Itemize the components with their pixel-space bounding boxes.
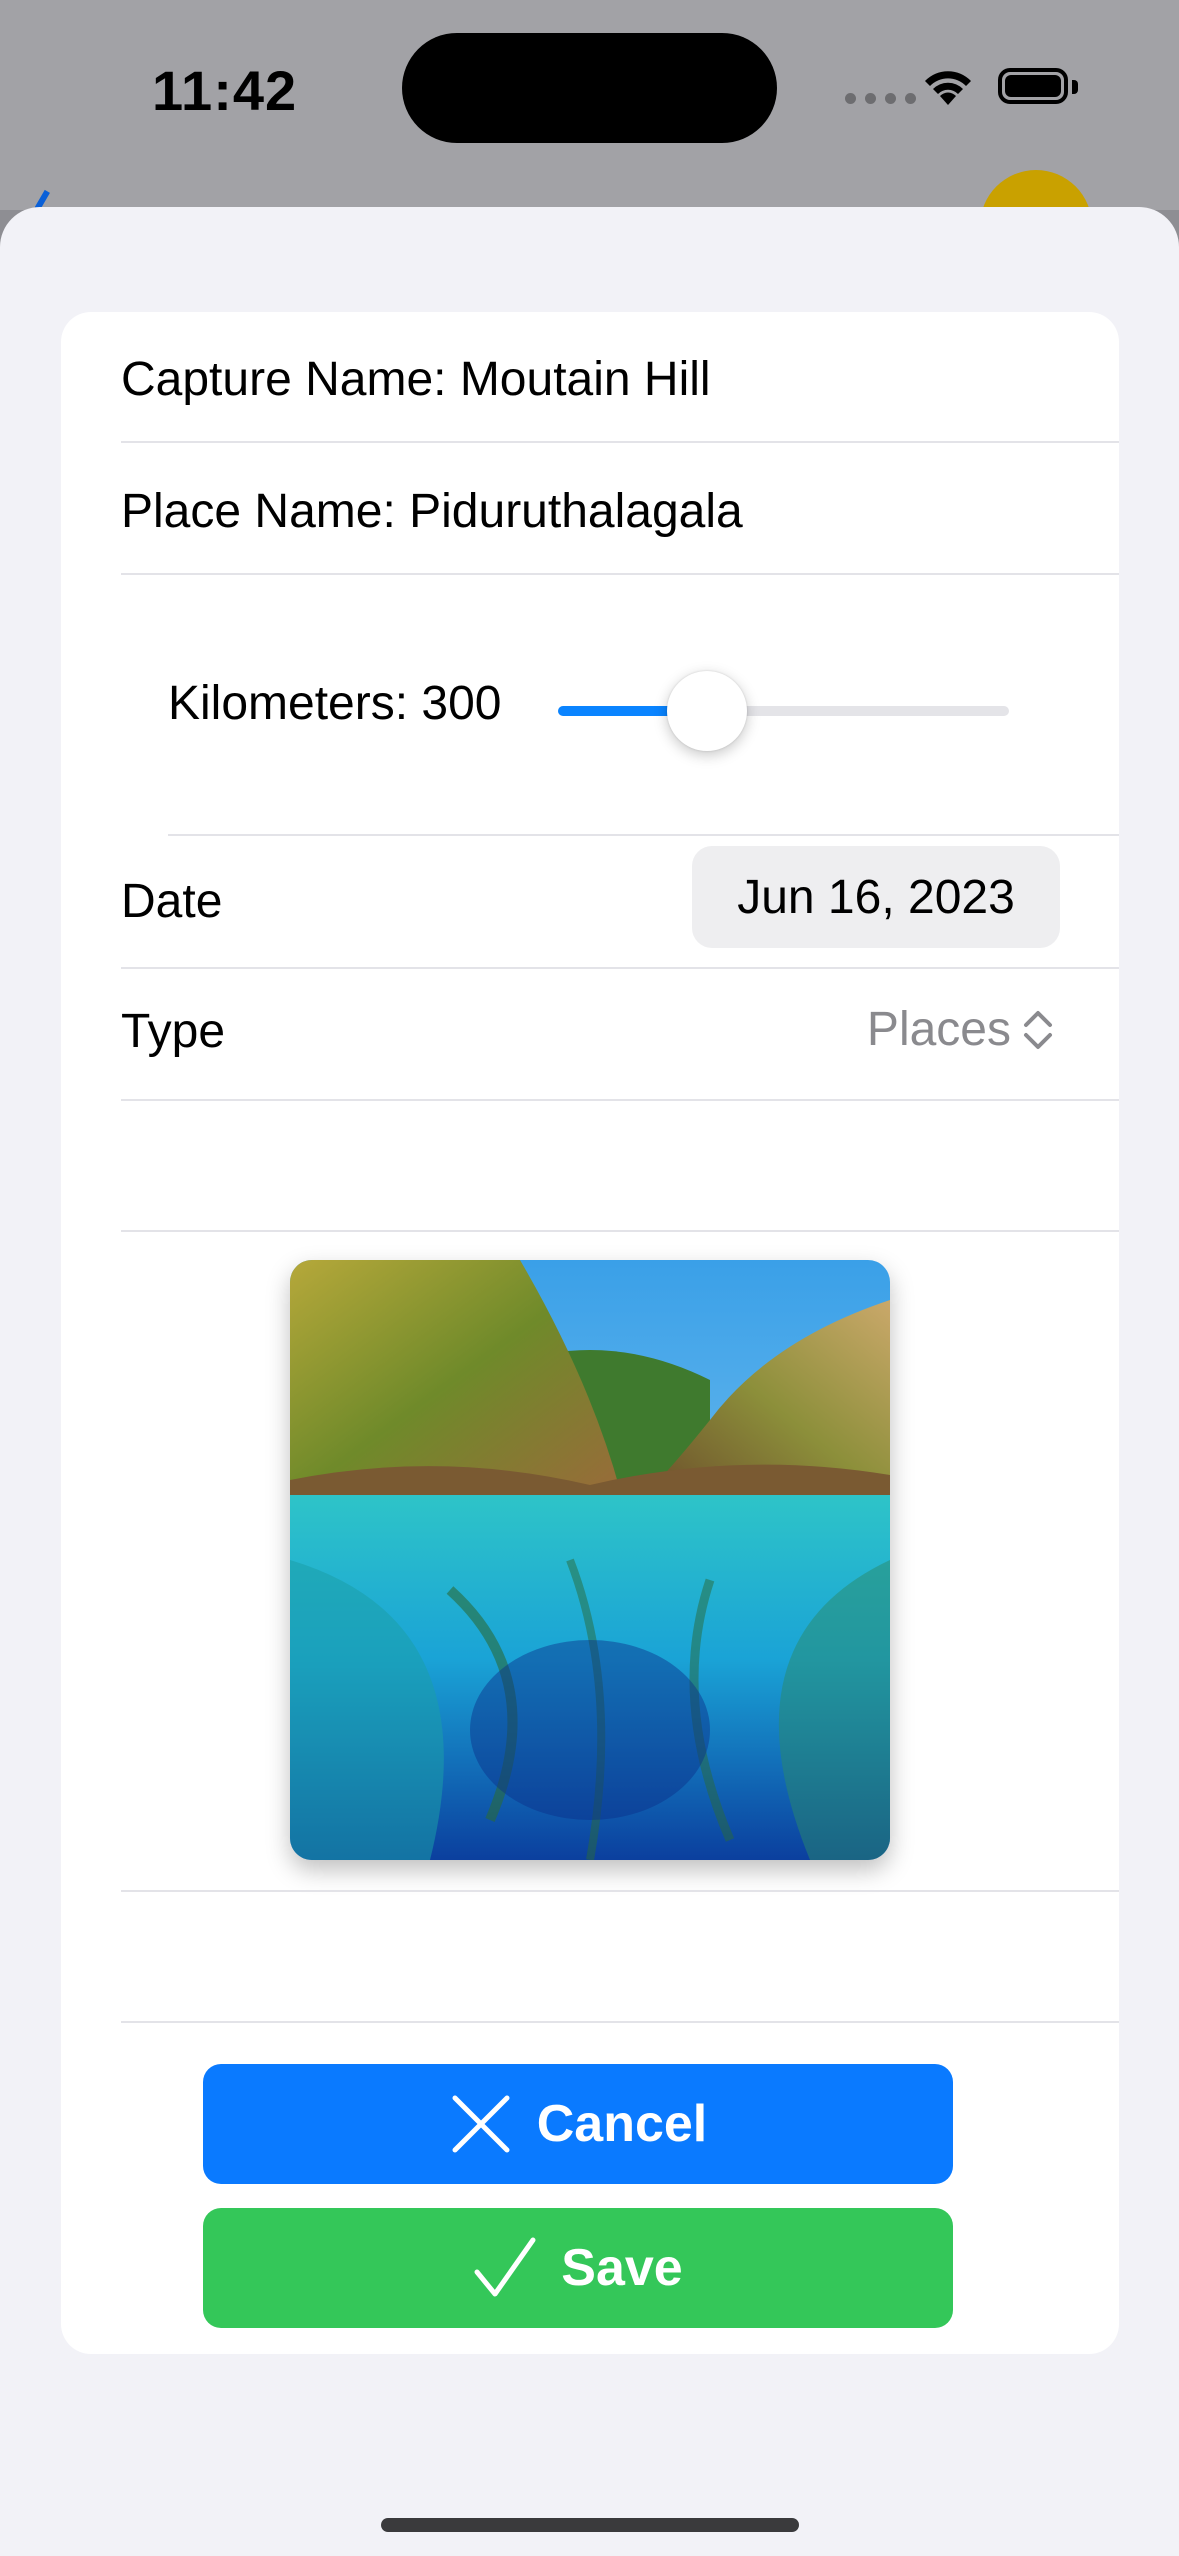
home-indicator[interactable]: [381, 2518, 799, 2532]
type-picker[interactable]: Places: [867, 1002, 1011, 1057]
landscape-photo-icon: [290, 1260, 890, 1860]
kilometers-label: Kilometers: 300: [168, 677, 502, 730]
kilometers-slider[interactable]: [558, 671, 1009, 751]
divider: [168, 834, 1119, 836]
form-sheet: Capture Name: Moutain Hill Place Name: P…: [0, 207, 1179, 2556]
save-label: Save: [561, 2239, 683, 2297]
cancel-button[interactable]: Cancel: [203, 2064, 953, 2184]
cancel-label: Cancel: [536, 2095, 708, 2153]
status-time: 11:42: [152, 59, 298, 122]
cellular-signal-icon: [845, 93, 916, 104]
date-label: Date: [121, 875, 223, 928]
wifi-icon: [925, 71, 971, 105]
slider-thumb[interactable]: [666, 671, 747, 751]
form-card: Capture Name: Moutain Hill Place Name: P…: [61, 312, 1119, 2354]
divider: [121, 1890, 1119, 1892]
divider: [121, 967, 1119, 969]
divider: [121, 441, 1119, 443]
type-label: Type: [121, 1005, 226, 1058]
date-picker-button[interactable]: Jun 16, 2023: [692, 846, 1060, 948]
divider: [121, 573, 1119, 575]
checkmark-icon: [474, 2237, 536, 2297]
captured-photo[interactable]: [290, 1260, 890, 1860]
divider: [121, 1230, 1119, 1232]
capture-name-field[interactable]: Capture Name: Moutain Hill: [121, 352, 711, 407]
battery-tip: [1072, 80, 1078, 94]
status-bar: 11:42: [0, 0, 1179, 282]
battery-icon: [998, 68, 1068, 104]
divider: [121, 1099, 1119, 1101]
chevron-up-down-icon[interactable]: [1018, 1005, 1058, 1055]
close-icon: [452, 2095, 510, 2153]
dynamic-island: [402, 33, 777, 143]
divider: [121, 2021, 1119, 2023]
save-button[interactable]: Save: [203, 2208, 953, 2328]
place-name-field[interactable]: Place Name: Piduruthalagala: [121, 484, 743, 539]
